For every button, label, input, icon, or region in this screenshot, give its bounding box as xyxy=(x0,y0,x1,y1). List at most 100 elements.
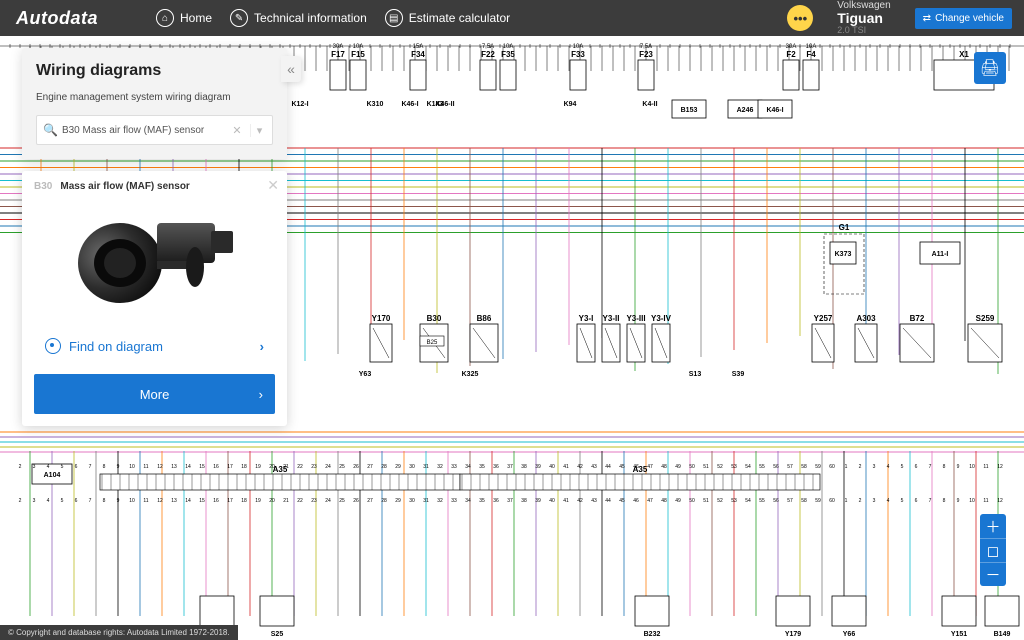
svg-text:Y3-III: Y3-III xyxy=(626,314,645,323)
svg-text:G1: G1 xyxy=(839,223,850,232)
more-menu-button[interactable]: ••• xyxy=(787,5,813,31)
svg-text:10A: 10A xyxy=(503,44,514,50)
svg-text:44: 44 xyxy=(605,498,611,504)
zoom-out-button[interactable]: － xyxy=(980,562,1006,586)
svg-text:15A: 15A xyxy=(413,44,424,50)
component-close-button[interactable]: ✕ xyxy=(267,177,279,194)
svg-text:4: 4 xyxy=(887,498,890,504)
svg-text:54: 54 xyxy=(745,464,751,470)
zoom-in-button[interactable]: ＋ xyxy=(980,514,1006,538)
svg-text:B30: B30 xyxy=(427,314,442,323)
print-button[interactable]: 🖨 xyxy=(974,52,1006,84)
more-button[interactable]: More › xyxy=(34,374,275,414)
svg-text:11: 11 xyxy=(983,464,988,470)
more-label: More xyxy=(140,387,170,402)
component-search[interactable]: 🔍 ✕ ▾ xyxy=(36,115,273,145)
svg-text:Y66: Y66 xyxy=(843,631,856,638)
nav-home-label: Home xyxy=(180,11,212,25)
svg-text:52: 52 xyxy=(717,464,723,470)
svg-text:52: 52 xyxy=(717,498,723,504)
svg-text:2: 2 xyxy=(859,498,862,504)
svg-text:13: 13 xyxy=(171,498,177,504)
calculator-icon: ▤ xyxy=(385,9,403,27)
svg-text:58: 58 xyxy=(801,464,807,470)
svg-text:9: 9 xyxy=(957,464,960,470)
target-icon xyxy=(45,338,61,354)
svg-text:37: 37 xyxy=(507,498,513,504)
svg-text:30A: 30A xyxy=(786,44,797,50)
panel-header-card: « Wiring diagrams Engine management syst… xyxy=(22,48,287,159)
nav-technical[interactable]: ✎ Technical information xyxy=(230,9,367,27)
svg-text:12: 12 xyxy=(157,498,163,504)
svg-text:39: 39 xyxy=(535,464,541,470)
svg-text:10: 10 xyxy=(969,498,975,504)
svg-text:50: 50 xyxy=(689,498,695,504)
svg-text:27: 27 xyxy=(367,498,373,504)
wrench-icon: ✎ xyxy=(230,9,248,27)
svg-text:53: 53 xyxy=(731,498,737,504)
svg-text:F34: F34 xyxy=(411,50,425,59)
svg-text:Y179: Y179 xyxy=(785,631,801,638)
component-card: ✕ B30 Mass air flow (MAF) sensor xyxy=(22,171,287,426)
svg-text:25: 25 xyxy=(339,498,345,504)
svg-text:8: 8 xyxy=(943,464,946,470)
svg-text:6: 6 xyxy=(75,498,78,504)
clear-search-icon[interactable]: ✕ xyxy=(228,124,246,137)
svg-text:14: 14 xyxy=(185,498,191,504)
nav-home[interactable]: ⌂ Home xyxy=(156,9,212,27)
component-image xyxy=(34,198,275,318)
svg-text:22: 22 xyxy=(297,464,303,470)
svg-text:55: 55 xyxy=(759,464,765,470)
svg-text:50: 50 xyxy=(689,464,695,470)
svg-text:3: 3 xyxy=(33,498,36,504)
svg-text:35: 35 xyxy=(479,464,485,470)
svg-text:32: 32 xyxy=(437,464,443,470)
svg-text:12: 12 xyxy=(997,464,1003,470)
change-vehicle-button[interactable]: ⇄ Change vehicle xyxy=(915,8,1012,29)
svg-text:32: 32 xyxy=(437,498,443,504)
svg-text:F22: F22 xyxy=(481,50,495,59)
svg-text:48: 48 xyxy=(661,464,667,470)
svg-text:47: 47 xyxy=(647,498,653,504)
svg-text:8: 8 xyxy=(943,498,946,504)
svg-text:11: 11 xyxy=(983,498,988,504)
svg-text:S25: S25 xyxy=(271,631,284,638)
svg-text:21: 21 xyxy=(283,464,289,470)
svg-text:47: 47 xyxy=(647,464,653,470)
svg-text:15: 15 xyxy=(199,498,205,504)
panel-collapse-button[interactable]: « xyxy=(281,56,301,82)
svg-text:59: 59 xyxy=(815,464,821,470)
zoom-reset-button[interactable]: ◻ xyxy=(980,538,1006,562)
svg-text:19: 19 xyxy=(255,498,261,504)
svg-text:K310: K310 xyxy=(367,101,384,108)
svg-text:B25: B25 xyxy=(427,340,438,346)
svg-text:9: 9 xyxy=(117,498,120,504)
svg-text:6: 6 xyxy=(75,464,78,470)
svg-text:24: 24 xyxy=(325,498,331,504)
svg-text:56: 56 xyxy=(773,464,779,470)
svg-text:41: 41 xyxy=(563,498,569,504)
svg-text:7: 7 xyxy=(929,464,932,470)
search-input[interactable] xyxy=(62,125,224,136)
svg-text:21: 21 xyxy=(283,498,289,504)
svg-text:38: 38 xyxy=(521,498,527,504)
find-on-diagram-button[interactable]: Find on diagram › xyxy=(34,326,275,366)
home-icon: ⌂ xyxy=(156,9,174,27)
svg-text:49: 49 xyxy=(675,464,681,470)
svg-text:Y3-IV: Y3-IV xyxy=(651,314,672,323)
svg-text:28: 28 xyxy=(381,498,387,504)
svg-text:10: 10 xyxy=(129,498,135,504)
search-dropdown-icon[interactable]: ▾ xyxy=(250,124,268,137)
svg-text:B149: B149 xyxy=(994,631,1011,638)
svg-text:14: 14 xyxy=(185,464,191,470)
svg-text:17: 17 xyxy=(227,498,233,504)
svg-text:Y170: Y170 xyxy=(372,314,391,323)
svg-text:4: 4 xyxy=(887,464,890,470)
component-heading: B30 Mass air flow (MAF) sensor xyxy=(34,181,275,192)
nav-estimate[interactable]: ▤ Estimate calculator xyxy=(385,9,510,27)
component-code: B30 xyxy=(34,181,52,192)
svg-text:K94: K94 xyxy=(564,101,577,108)
svg-text:36: 36 xyxy=(493,498,499,504)
svg-text:S259: S259 xyxy=(976,314,995,323)
svg-text:3: 3 xyxy=(33,464,36,470)
